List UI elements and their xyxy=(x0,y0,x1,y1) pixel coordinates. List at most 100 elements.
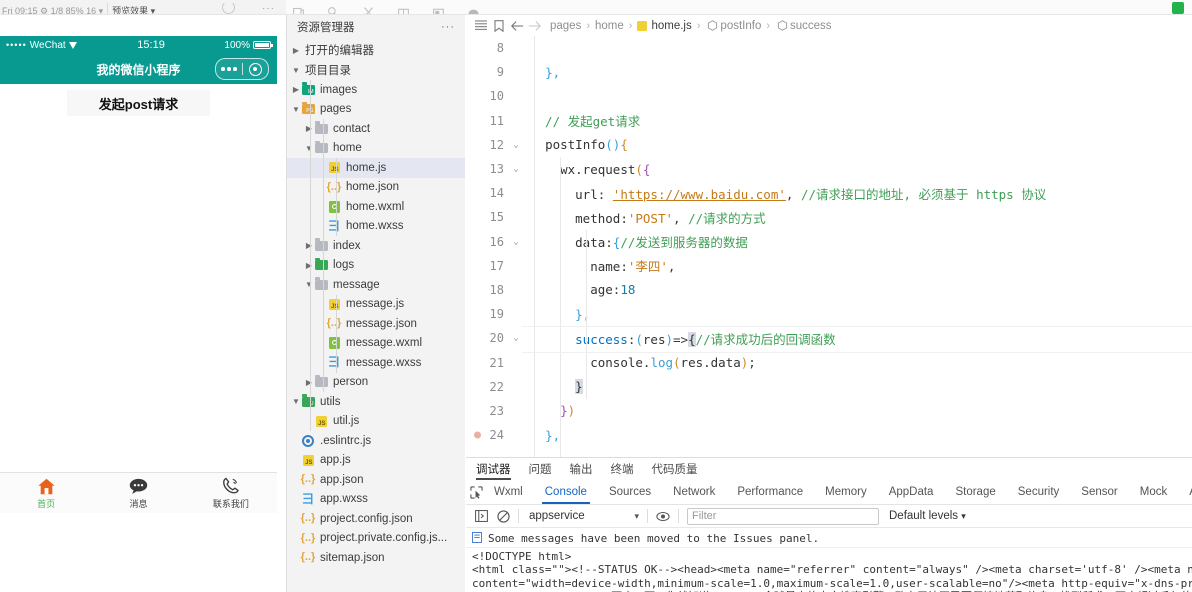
devtools-tab-问题[interactable]: 问题 xyxy=(529,458,552,480)
forward-arrow-icon[interactable] xyxy=(526,20,544,32)
code-line-18[interactable]: 18 age:18 xyxy=(466,278,1192,302)
tree-item-message-json[interactable]: ·{..} message.json xyxy=(287,314,465,334)
chevron-right-icon[interactable]: ▶ xyxy=(304,241,314,250)
code-area[interactable]: 89 }, 10 11 // 发起get请求 12 ⌄ postInfo(){13 ⌄ w… xyxy=(466,36,1192,459)
breadcrumb-item-success[interactable]: success xyxy=(790,20,832,32)
breadcrumb-item-home[interactable]: home xyxy=(595,20,624,32)
cut-icon[interactable] xyxy=(362,6,375,14)
element-picker-icon[interactable] xyxy=(470,485,483,499)
code-line-9[interactable]: 9 }, xyxy=(466,60,1192,84)
breadcrumb-item-pages[interactable]: pages xyxy=(550,20,581,32)
chevron-down-icon[interactable]: ▼ xyxy=(304,144,314,153)
tree-item-home-wxml[interactable]: · home.wxml xyxy=(287,197,465,217)
tree-item-images[interactable]: ▶IM images xyxy=(287,80,465,100)
fold-toggle-icon[interactable]: ⌄ xyxy=(510,237,522,247)
window-icon[interactable] xyxy=(432,6,445,14)
devtool-tab-performance[interactable]: Performance xyxy=(726,480,814,504)
code-line-21[interactable]: 21 console.log(res.data); xyxy=(466,350,1192,374)
console-levels-select[interactable]: Default levels ▾ xyxy=(889,510,966,522)
clear-console-icon[interactable] xyxy=(492,509,514,523)
close-circle-icon[interactable] xyxy=(243,62,269,76)
devtool-tab-memory[interactable]: Memory xyxy=(814,480,878,504)
code-line-12[interactable]: 12 ⌄ postInfo(){ xyxy=(466,133,1192,157)
devtool-tab-network[interactable]: Network xyxy=(662,480,726,504)
toolbar-chip-status[interactable]: Fri 09:15 ⚙ 1/8 85% 16 ▾ xyxy=(2,7,103,15)
toolbar-more-icon[interactable]: ··· xyxy=(262,3,275,14)
tree-item-message-js[interactable]: ·JS message.js xyxy=(287,295,465,315)
console-sidebar-icon[interactable] xyxy=(470,510,492,522)
devtool-tab-storage[interactable]: Storage xyxy=(944,480,1006,504)
devtool-tab-audits[interactable]: Audits xyxy=(1178,480,1192,504)
tree-item-message-wxml[interactable]: · message.wxml xyxy=(287,334,465,354)
devtool-tab-wxml[interactable]: Wxml xyxy=(483,480,534,504)
compile-icon[interactable] xyxy=(292,6,305,14)
code-line-14[interactable]: 14 url: 'https://www.baidu.com', //请求接口的… xyxy=(466,181,1192,205)
fold-toggle-icon[interactable]: ⌄ xyxy=(510,164,522,174)
tree-item-home-wxss[interactable]: ·彐 home.wxss xyxy=(287,217,465,237)
console-context-select[interactable]: appservice ▾ xyxy=(523,510,643,522)
chevron-right-icon[interactable]: ▶ xyxy=(304,378,314,387)
code-line-15[interactable]: 15 method:'POST', //请求的方式 xyxy=(466,205,1192,229)
more-dots-icon[interactable] xyxy=(216,67,242,71)
console-filter-input[interactable]: Filter xyxy=(687,507,879,525)
code-line-19[interactable]: 19 }, xyxy=(466,302,1192,326)
code-line-16[interactable]: 16 ⌄ data:{//发送到服务器的数据 xyxy=(466,230,1192,254)
explorer-section-project[interactable]: ▼ 项目目录 xyxy=(287,60,465,80)
tabbar-item-message[interactable]: 消息 xyxy=(92,473,184,513)
code-line-8[interactable]: 8 xyxy=(466,36,1192,60)
devtools-tab-代码质量[interactable]: 代码质量 xyxy=(652,458,698,480)
bookmark-icon[interactable] xyxy=(490,19,508,32)
tree-item-pages[interactable]: ▼PG pages xyxy=(287,100,465,120)
chevron-right-icon[interactable]: ▶ xyxy=(304,124,314,133)
devtools-tab-输出[interactable]: 输出 xyxy=(570,458,593,480)
chevron-right-icon[interactable]: ▶ xyxy=(291,85,301,94)
live-expression-icon[interactable] xyxy=(652,511,674,522)
explorer-section-open-editors[interactable]: ▶ 打开的编辑器 xyxy=(287,40,465,60)
breakpoint-icon[interactable] xyxy=(474,431,481,439)
devtool-tab-sensor[interactable]: Sensor xyxy=(1070,480,1128,504)
tabbar-item-home[interactable]: 首页 xyxy=(0,473,92,513)
console-output[interactable]: Some messages have been moved to the Iss… xyxy=(466,528,1192,592)
tabbar-item-contact[interactable]: 联系我们 xyxy=(185,473,277,513)
devtool-tab-security[interactable]: Security xyxy=(1007,480,1071,504)
code-line-22[interactable]: 22 } xyxy=(466,375,1192,399)
chevron-right-icon[interactable]: ▶ xyxy=(304,261,314,270)
tree-item-logs[interactable]: ▶ logs xyxy=(287,256,465,276)
chevron-down-icon[interactable]: ▼ xyxy=(291,105,301,114)
tree-item-person[interactable]: ▶ person xyxy=(287,373,465,393)
capsule-button[interactable] xyxy=(215,58,269,80)
devtool-tab-sources[interactable]: Sources xyxy=(598,480,662,504)
devtool-tab-appdata[interactable]: AppData xyxy=(878,480,945,504)
devtools-tab-调试器[interactable]: 调试器 xyxy=(476,458,511,480)
post-request-button[interactable]: 发起post请求 xyxy=(67,90,210,116)
breadcrumb-item-home-js[interactable]: home.js xyxy=(651,20,691,32)
cloud-icon[interactable] xyxy=(467,6,480,14)
tree-item-project-private-config-js-[interactable]: ·{..} project.private.config.js... xyxy=(287,529,465,549)
tree-item-utils[interactable]: ▼ Uutils xyxy=(287,392,465,412)
tree-item-util-js[interactable]: ·JS util.js xyxy=(287,412,465,432)
wxapp-icon[interactable] xyxy=(1172,2,1184,14)
tree-item--eslintrc-js[interactable]: · .eslintrc.js xyxy=(287,431,465,451)
code-line-24[interactable]: 24 }, xyxy=(466,423,1192,447)
tree-item-index[interactable]: ▶ index xyxy=(287,236,465,256)
devtools-tab-终端[interactable]: 终端 xyxy=(611,458,634,480)
tree-item-message[interactable]: ▼ message xyxy=(287,275,465,295)
chevron-down-icon[interactable]: ▼ xyxy=(304,280,314,289)
tree-item-home[interactable]: ▼ home xyxy=(287,139,465,159)
tree-item-home-js[interactable]: ·JS home.js xyxy=(287,158,465,178)
outline-icon[interactable] xyxy=(472,20,490,31)
tree-item-home-json[interactable]: ·{..} home.json xyxy=(287,178,465,198)
layout-icon[interactable] xyxy=(397,6,410,14)
code-line-10[interactable]: 10 xyxy=(466,84,1192,108)
fold-toggle-icon[interactable]: ⌄ xyxy=(510,333,522,343)
breadcrumb-item-postinfo[interactable]: postInfo xyxy=(720,20,761,32)
tree-item-project-config-json[interactable]: ·{..} project.config.json xyxy=(287,509,465,529)
preview-icon[interactable] xyxy=(327,6,340,14)
devtool-tab-mock[interactable]: Mock xyxy=(1129,480,1178,504)
tree-item-app-json[interactable]: ·{..} app.json xyxy=(287,470,465,490)
explorer-more-icon[interactable]: ··· xyxy=(441,21,455,33)
chevron-down-icon[interactable]: ▼ xyxy=(291,397,301,406)
fold-toggle-icon[interactable]: ⌄ xyxy=(510,140,522,150)
code-line-13[interactable]: 13 ⌄ wx.request({ xyxy=(466,157,1192,181)
tree-item-sitemap-json[interactable]: ·{..} sitemap.json xyxy=(287,548,465,568)
